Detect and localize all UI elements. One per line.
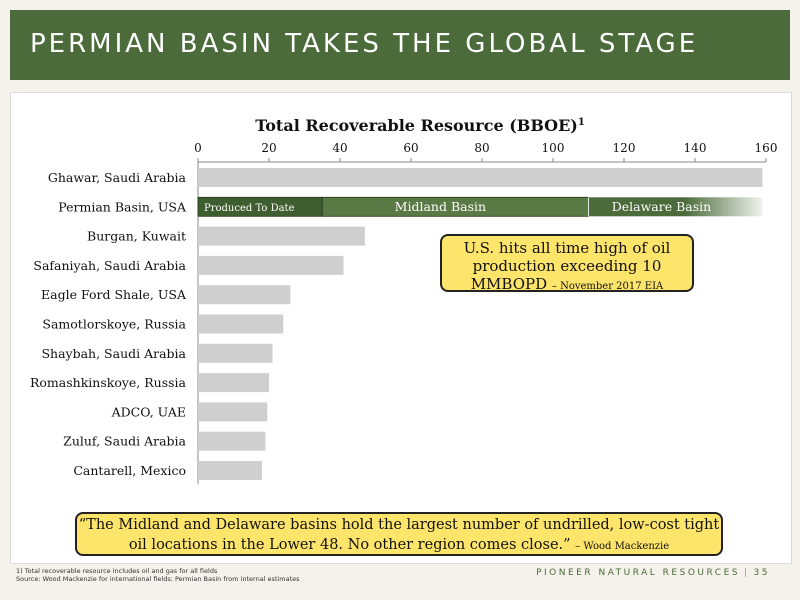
footnote-source: Source: Wood Mackenzie for international… [16,575,300,583]
bar [198,343,273,363]
category-label: ADCO, UAE [111,404,186,419]
bar [198,314,284,334]
x-tick-label: 160 [755,141,778,155]
brand-separator: | [744,568,750,578]
bar [198,461,262,480]
quote-box: “The Midland and Delaware basins hold th… [75,512,723,556]
brand-footer: PIONEER NATURAL RESOURCES | 35 [536,568,770,578]
bar [198,402,268,422]
page-number: 35 [753,568,770,578]
brand-name: PIONEER NATURAL RESOURCES [536,568,740,578]
category-label: Cantarell, Mexico [73,463,186,478]
bar [198,285,291,305]
bar [198,255,344,275]
footnote-line-1: 1) Total recoverable resource includes o… [16,567,218,575]
x-tick-label: 60 [403,141,418,155]
x-tick-label: 140 [684,141,707,155]
bar-segment-label: Delaware Basin [612,199,711,214]
category-label: Permian Basin, USA [58,199,187,214]
x-tick-label: 100 [542,141,565,155]
bar [198,168,763,187]
x-tick-label: 20 [261,141,276,155]
category-label: Samotlorskoye, Russia [42,317,186,332]
category-label: Eagle Ford Shale, USA [41,287,187,302]
x-tick-label: 80 [474,141,489,155]
footnote: 1) Total recoverable resource includes o… [16,567,300,583]
bar [198,226,365,246]
category-labels: Ghawar, Saudi Arabia Permian Basin, USA Bu… [30,170,187,478]
x-tick-label: 120 [613,141,636,155]
category-label: Romashkinskoye, Russia [30,375,187,390]
production-callout: U.S. hits all time high of oil productio… [440,234,694,293]
category-label: Zuluf, Saudi Arabia [63,434,186,449]
bar-segment-label: Produced To Date [204,203,295,214]
bars: Produced To Date Midland Basin Delaware Ba… [197,168,763,480]
quote-attribution: – Wood Mackenzie [575,541,670,552]
bar-chart: Total Recoverable Resource (BBOE)1 0 20 40… [30,116,778,485]
x-axis: 0 20 40 60 80 100 120 140 160 [194,141,778,485]
x-tick-label: 40 [332,141,347,155]
category-label: Burgan, Kuwait [87,229,186,244]
bar [198,431,266,451]
chart-title-superscript: 1 [578,117,585,128]
bar [198,373,269,393]
bar-segment-label: Midland Basin [395,199,486,214]
chart-title: Total Recoverable Resource (BBOE)1 [255,116,585,135]
category-label: Safaniyah, Saudi Arabia [33,258,186,273]
callout-source: – November 2017 EIA [551,281,664,292]
x-tick-label: 0 [194,141,202,155]
category-label: Ghawar, Saudi Arabia [48,170,187,185]
category-label: Shaybah, Saudi Arabia [41,346,186,361]
